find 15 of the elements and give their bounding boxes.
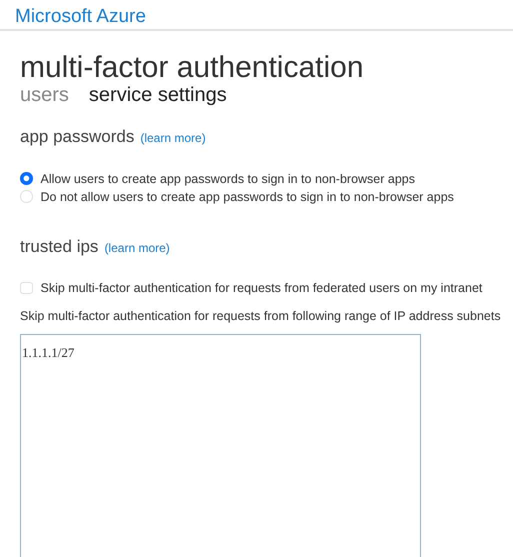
brand-logo-text: Microsoft Azure [15,6,146,27]
ip-subnets-field[interactable]: 1.1.1.1/27 [20,334,421,557]
field-label: Skip multi-factor authentication for requests from following range of IP address subnets [20,308,502,325]
option-label: Skip multi-factor authentication for requests from federated users on my intranet [40,280,482,297]
learn-more-link[interactable]: (learn more) [140,129,206,147]
option-label: Allow users to create app passwords to sign in to non-browser apps [40,170,415,188]
section-title: app passwords [20,126,134,148]
tab[interactable]: users [20,84,69,106]
page-title: multi-factor authentication [20,51,365,84]
learn-more-link[interactable]: (learn more) [104,238,170,256]
checkbox[interactable] [20,282,32,294]
option-label: Do not allow users to create app passwords to sign in to non-browser apps [40,188,454,206]
radio-button[interactable] [20,172,32,185]
section-title: trusted ips [20,236,98,258]
tab[interactable]: service settings [88,84,227,106]
